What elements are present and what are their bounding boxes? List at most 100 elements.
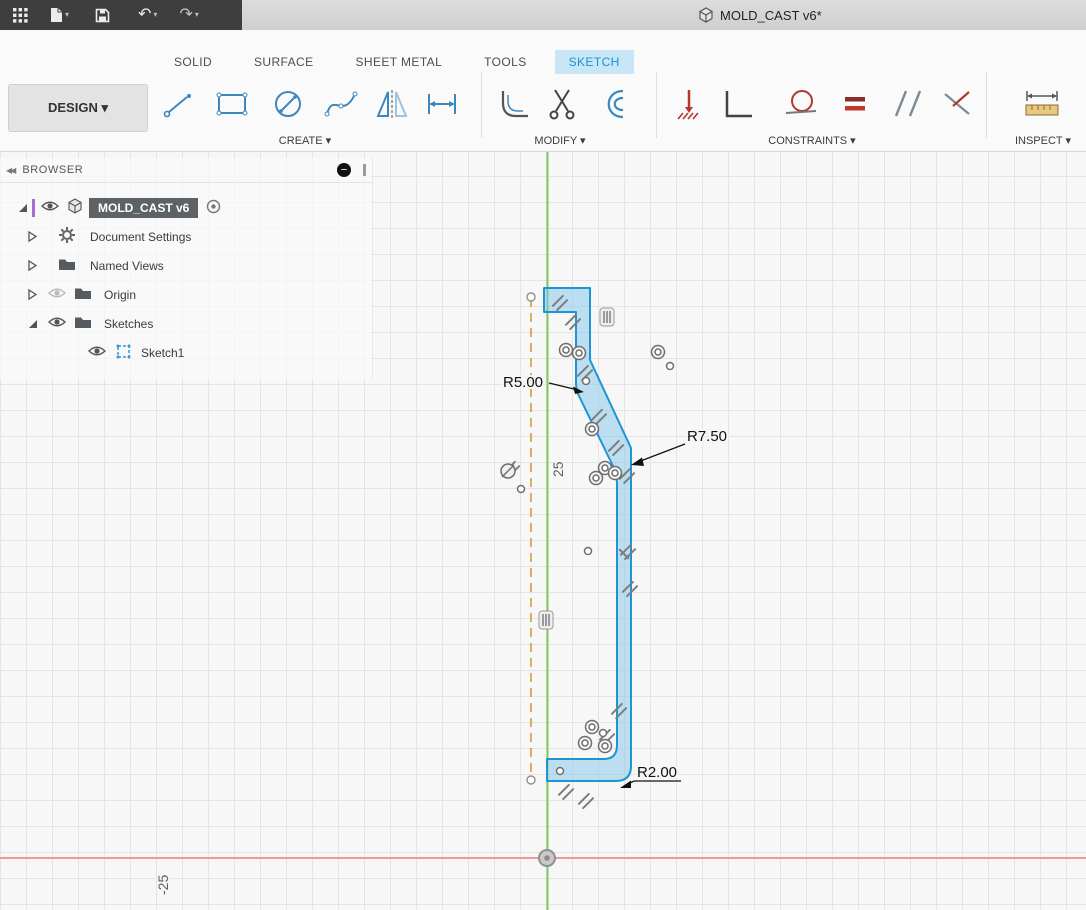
dimension-r2-label[interactable]: R2.00 bbox=[635, 762, 679, 783]
file-menu-button[interactable]: ▾ bbox=[45, 5, 74, 25]
construction-endpoint-bottom[interactable] bbox=[526, 775, 536, 785]
visibility-eye-icon[interactable] bbox=[47, 316, 67, 331]
expand-collapse-icon[interactable] bbox=[24, 317, 40, 330]
tab-sketch[interactable]: SKETCH bbox=[554, 50, 634, 74]
gear-icon bbox=[58, 226, 76, 247]
workspace-selector-button[interactable]: DESIGN ▾ bbox=[8, 84, 148, 132]
save-icon bbox=[95, 8, 110, 22]
dimension-r5-label[interactable]: R5.00 bbox=[501, 372, 545, 393]
inspect-group-dropdown[interactable]: INSPECT ▾ bbox=[1015, 134, 1071, 147]
rectangle-icon bbox=[216, 92, 248, 116]
expand-collapse-icon[interactable] bbox=[24, 259, 40, 272]
app-grid-icon[interactable] bbox=[8, 6, 33, 25]
symmetry-icon bbox=[944, 91, 970, 115]
sketch-icon bbox=[116, 344, 131, 362]
document-title-group: MOLD_CAST v6* bbox=[698, 0, 822, 30]
dimension-r7[interactable]: R7.50 bbox=[631, 426, 729, 466]
tree-item-label[interactable]: MOLD_CAST v6 bbox=[89, 197, 199, 218]
redo-caret-icon: ▾ bbox=[194, 10, 199, 19]
construction-endpoint-top[interactable] bbox=[526, 292, 536, 302]
circle-icon bbox=[275, 91, 301, 117]
parallel-icon bbox=[894, 90, 922, 117]
browser-panel: ◀◀ BROWSER − MOLD_CAST v6 Document Setti… bbox=[0, 158, 373, 379]
origin-point[interactable] bbox=[538, 849, 556, 867]
visibility-eye-icon[interactable] bbox=[87, 345, 107, 360]
panel-resize-grip[interactable] bbox=[363, 164, 366, 176]
quick-access-toolbar: ▾ ↶ ▾ ↷ ▾ bbox=[0, 0, 242, 30]
parallel-constraint-button[interactable] bbox=[885, 81, 931, 127]
tree-item-label[interactable]: Document Settings bbox=[90, 230, 191, 244]
tree-item-label[interactable]: Named Views bbox=[90, 259, 164, 273]
rectangle-tool-button[interactable] bbox=[209, 81, 255, 127]
folder-icon bbox=[58, 257, 76, 274]
dimension-25-label[interactable]: 25 bbox=[549, 460, 568, 479]
group-separator bbox=[656, 72, 657, 138]
fillet-icon bbox=[501, 91, 528, 118]
collapse-panel-icon[interactable]: ◀◀ bbox=[6, 166, 16, 175]
circle-tool-button[interactable] bbox=[265, 81, 311, 127]
folder-icon bbox=[74, 286, 92, 303]
visibility-eye-icon[interactable] bbox=[40, 200, 60, 215]
trim-tool-button[interactable] bbox=[539, 81, 585, 127]
browser-tree: MOLD_CAST v6 Document Settings Named Vie… bbox=[0, 183, 372, 379]
mirror-icon bbox=[376, 90, 408, 118]
create-group-dropdown[interactable]: CREATE ▾ bbox=[279, 134, 331, 147]
tab-tools[interactable]: TOOLS bbox=[470, 50, 540, 74]
save-button[interactable] bbox=[90, 6, 115, 25]
tree-item-label[interactable]: Sketches bbox=[104, 317, 153, 331]
tree-item-document-settings[interactable]: Document Settings bbox=[0, 222, 372, 251]
tab-sheet-metal[interactable]: SHEET METAL bbox=[342, 50, 457, 74]
perpendicular-constraint-button[interactable] bbox=[714, 81, 760, 127]
trim-scissors-icon bbox=[549, 89, 575, 120]
ribbon-toolbar: SOLID SURFACE SHEET METAL TOOLS SKETCH D… bbox=[0, 30, 1086, 152]
fusion-window: R5.00 R7.50 R2.00 25 -25 ▾ ↶ ▾ ↷ ▾ MOLD_… bbox=[0, 0, 1086, 910]
tab-solid[interactable]: SOLID bbox=[160, 50, 226, 74]
expand-collapse-icon[interactable] bbox=[24, 288, 40, 301]
tree-item-origin[interactable]: Origin bbox=[0, 280, 372, 309]
fix-constraint-icon bbox=[677, 90, 699, 120]
tree-item-label[interactable]: Origin bbox=[104, 288, 136, 302]
expand-collapse-icon[interactable] bbox=[24, 230, 40, 243]
modify-group-dropdown[interactable]: MODIFY ▾ bbox=[534, 134, 585, 147]
offset-tool-button[interactable] bbox=[589, 81, 635, 127]
measure-ruler-icon bbox=[1025, 91, 1059, 116]
file-menu-caret-icon: ▾ bbox=[65, 10, 70, 19]
component-cube-icon bbox=[67, 198, 83, 217]
dimension-icon bbox=[428, 94, 456, 114]
activate-component-radio[interactable] bbox=[206, 199, 221, 217]
tree-item-sketches[interactable]: Sketches bbox=[0, 309, 372, 338]
expand-collapse-icon[interactable] bbox=[14, 201, 30, 214]
dimension-r5[interactable]: R5.00 bbox=[501, 372, 584, 394]
measure-tool-button[interactable] bbox=[1019, 81, 1065, 127]
tree-item-label[interactable]: Sketch1 bbox=[141, 346, 184, 360]
browser-title: BROWSER bbox=[22, 164, 84, 176]
tangent-constraint-button[interactable] bbox=[777, 81, 823, 127]
sketch-dimension-tool-button[interactable] bbox=[419, 81, 465, 127]
line-icon bbox=[163, 94, 191, 118]
mirror-tool-button[interactable] bbox=[369, 81, 415, 127]
perpendicular-icon bbox=[725, 91, 752, 118]
undo-caret-icon: ▾ bbox=[153, 10, 158, 19]
tree-item-root-component[interactable]: MOLD_CAST v6 bbox=[0, 193, 372, 222]
constraints-group-dropdown[interactable]: CONSTRAINTS ▾ bbox=[768, 134, 855, 147]
symmetry-constraint-button[interactable] bbox=[934, 81, 980, 127]
tree-item-named-views[interactable]: Named Views bbox=[0, 251, 372, 280]
redo-button[interactable]: ↷ ▾ bbox=[174, 5, 203, 25]
undo-icon: ↶ bbox=[138, 6, 152, 23]
dimension-neg25-label[interactable]: -25 bbox=[154, 873, 173, 896]
fix-constraint-button[interactable] bbox=[665, 81, 711, 127]
visibility-eye-hidden-icon[interactable] bbox=[47, 287, 67, 302]
minimize-browser-button[interactable]: − bbox=[337, 163, 351, 177]
line-tool-button[interactable] bbox=[155, 81, 201, 127]
document-title: MOLD_CAST v6* bbox=[720, 7, 822, 23]
tree-item-sketch1[interactable]: Sketch1 bbox=[0, 338, 372, 367]
undo-button[interactable]: ↶ ▾ bbox=[133, 5, 162, 25]
tab-surface[interactable]: SURFACE bbox=[240, 50, 327, 74]
dimension-r7-label[interactable]: R7.50 bbox=[685, 426, 729, 447]
browser-header: ◀◀ BROWSER − bbox=[0, 158, 372, 183]
group-separator bbox=[481, 72, 482, 138]
folder-icon bbox=[74, 315, 92, 332]
fillet-tool-button[interactable] bbox=[492, 81, 538, 127]
equal-constraint-button[interactable] bbox=[832, 81, 878, 127]
spline-tool-button[interactable] bbox=[318, 81, 364, 127]
